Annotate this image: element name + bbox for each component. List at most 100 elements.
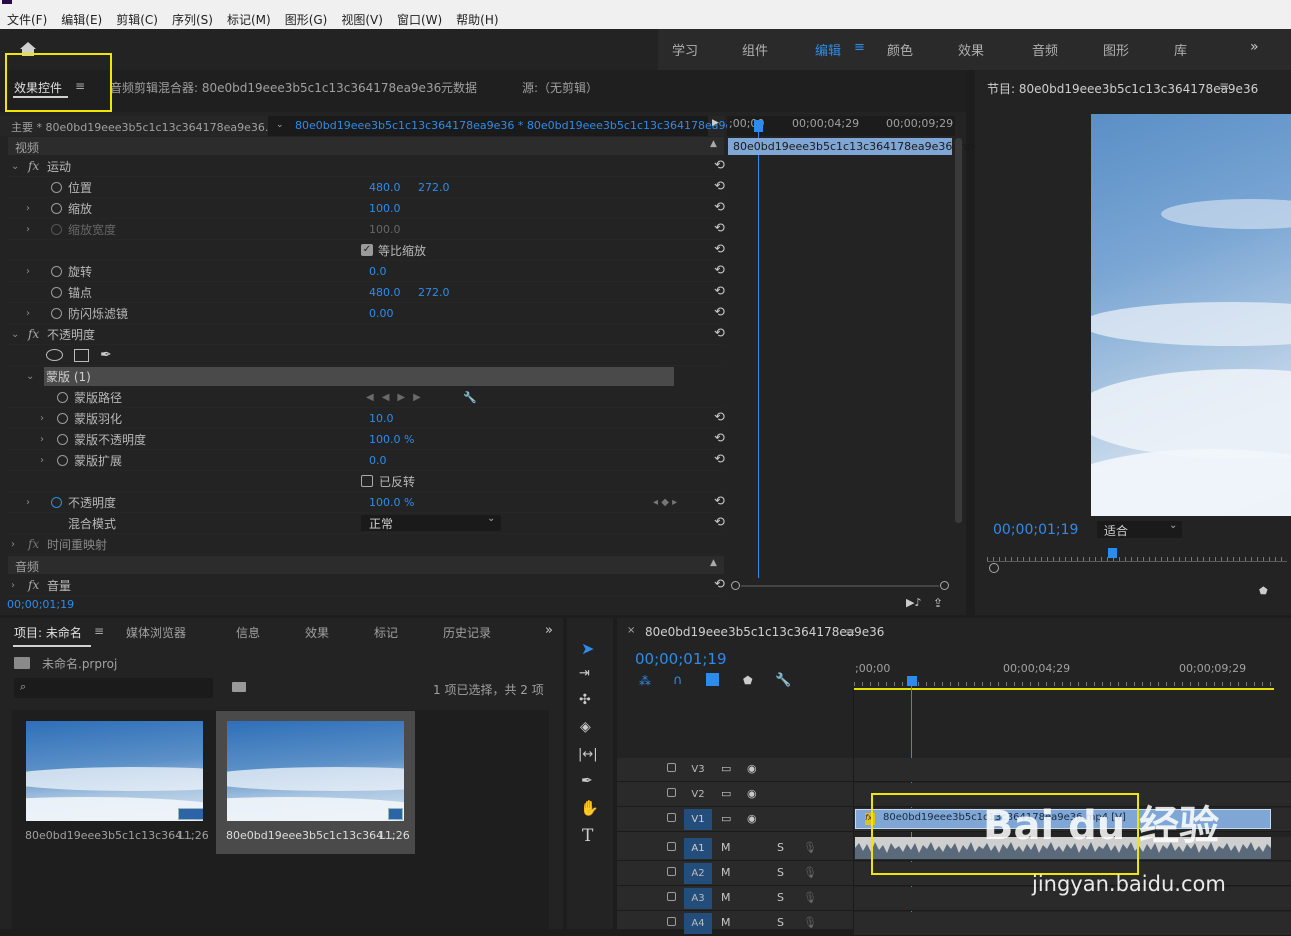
stopwatch-icon[interactable] [51,181,62,193]
opacity-row[interactable]: › 不透明度 100.0 % ◂ ◆ ▸ ⟲ [8,492,726,513]
reset-icon[interactable]: ⟲ [714,222,726,235]
snap-icon[interactable]: ∩ [673,673,683,688]
workspace-tab[interactable]: 编辑 [815,40,841,59]
program-timecode[interactable]: 00;00;01;19 [993,522,1078,538]
search-input[interactable]: ⌕ [14,678,213,698]
hand-icon[interactable]: ✋ [580,799,599,817]
nest-icon[interactable]: ⁂ [639,674,651,688]
program-title[interactable]: 节目: 80e0bd19eee3b5c1c13c364178ea9e36 [987,80,1258,97]
solo-icon[interactable]: S [777,891,784,904]
menu-item[interactable]: 图形(G) [285,11,328,28]
eye-icon[interactable]: ◉ [747,787,757,800]
inverted-checkbox[interactable] [361,475,373,487]
reset-icon[interactable]: ⟲ [714,516,726,529]
track-header[interactable]: V1 ▭ ◉ [617,808,853,832]
solo-icon[interactable]: S [777,841,784,854]
scale-row[interactable]: › 缩放 100.0 ⟲ [8,198,725,219]
timeline-timecode[interactable]: 00;00;01;19 [635,650,727,668]
sequence-clip-selector[interactable]: 80e0bd19eee3b5c1c13c364178ea9e36 * 80e0b… [295,119,757,132]
panel-menu-icon[interactable]: ≡ [845,625,855,639]
stopwatch-icon[interactable] [51,265,62,277]
project-item[interactable]: 80e0bd19eee3b5c1c13c364... 11;26 [17,711,213,851]
tab-audio-clip-mixer[interactable]: 音频剪辑混合器: 80e0bd19eee3b5c1c13c364178ea9e3… [110,79,441,96]
chevron-down-icon[interactable]: ⌄ [276,120,284,130]
anchor-row[interactable]: 锚点 480.0 272.0 ⟲ [8,282,726,303]
workspace-tab[interactable]: 图形 [1103,40,1129,59]
uniform-scale-checkbox[interactable]: ✓ [361,244,373,256]
lock-icon[interactable] [667,788,676,797]
menu-item[interactable]: 标记(M) [227,11,271,28]
reset-icon[interactable]: ⟲ [714,495,726,508]
stopwatch-icon[interactable] [51,286,62,298]
workspace-tab[interactable]: 效果 [958,40,984,59]
menu-item[interactable]: 编辑(E) [61,11,102,28]
mask-feather-row[interactable]: › 蒙版羽化 10.0 ⟲ [8,408,726,429]
menu-item[interactable]: 帮助(H) [456,11,498,28]
menu-item[interactable]: 窗口(W) [397,11,442,28]
reset-icon[interactable]: ⟲ [714,159,726,172]
mask-row[interactable]: ⌄ 蒙版 (1) [8,366,724,387]
linked-selection-icon[interactable] [706,673,719,686]
keyframe-nav[interactable]: ◂ ◆ ▸ [653,497,677,508]
workspace-tab[interactable]: 组件 [742,40,768,59]
master-clip-selector[interactable]: 主要 * 80e0bd19eee3b5c1c13c364178ea9e36.mp… [11,119,293,135]
workspace-menu-icon[interactable]: ≡ [854,40,865,55]
rectangle-mask-icon[interactable] [74,348,89,362]
reset-icon[interactable]: ⟲ [714,411,726,424]
mic-icon[interactable]: 🎙 [803,841,817,854]
ec-timecode[interactable]: 00;00;01;19 [7,598,74,611]
opacity-fx-row[interactable]: ⌄ fx 不透明度 ⟲ [8,324,725,345]
sync-lock-icon[interactable]: ▭ [721,812,731,825]
flicker-row[interactable]: › 防闪烁滤镜 0.00 ⟲ [8,303,726,324]
track-header[interactable]: A1 M S 🎙 [617,837,853,861]
eye-icon[interactable]: ◉ [747,812,757,825]
mask-path-row[interactable]: 蒙版路径 ◀◀▶▶ 🔧 [8,387,724,408]
export-icon[interactable]: ⇪ [933,596,943,610]
project-tab[interactable]: 历史记录 [443,624,491,641]
mic-icon[interactable]: 🎙 [803,891,817,904]
lock-icon[interactable] [667,917,676,926]
lock-icon[interactable] [667,892,676,901]
track-header[interactable]: V2 ▭ ◉ [617,783,853,807]
volume-row[interactable]: › fx 音量 ⟲ [8,575,726,596]
pen-mask-icon[interactable]: ✒ [100,347,112,363]
stopwatch-icon[interactable] [57,454,68,466]
work-area-bar[interactable] [854,688,1274,690]
ec-playhead[interactable] [754,120,763,132]
mute-icon[interactable]: M [721,891,731,904]
pen-icon[interactable]: ✒ [581,773,593,789]
lock-icon[interactable] [667,763,676,772]
panel-menu-icon[interactable]: ≡ [1219,79,1229,93]
ellipse-mask-icon[interactable] [46,349,63,361]
marker-icon[interactable]: ⬟ [1259,586,1268,597]
track-header[interactable]: A4 M S 🎙 [617,912,853,936]
stopwatch-icon[interactable] [57,391,68,403]
reset-icon[interactable]: ⟲ [714,306,726,319]
mask-expand-row[interactable]: › 蒙版扩展 0.0 ⟲ [8,450,725,471]
track-header[interactable]: V3 ▭ ◉ [617,758,853,782]
track-name[interactable]: A4 [684,913,712,934]
time-ruler[interactable] [854,676,1274,688]
uniform-scale-row[interactable]: ✓ 等比缩放 ⟲ [8,240,726,261]
stopwatch-icon[interactable] [57,433,68,445]
scrollbar[interactable] [955,138,962,523]
scroll-up-icon[interactable]: ▲ [710,139,717,149]
reset-icon[interactable]: ⟲ [714,243,726,256]
track-name[interactable]: V2 [684,784,712,805]
rotation-row[interactable]: › 旋转 0.0 ⟲ [8,261,725,282]
reset-icon[interactable]: ⟲ [714,285,726,298]
program-playhead[interactable] [1108,548,1117,558]
mic-icon[interactable]: 🎙 [803,916,817,929]
track-lane[interactable] [854,758,1291,782]
project-tab[interactable]: 媒体浏览器 [126,624,186,641]
scroll-up-icon[interactable]: ▲ [710,558,717,568]
ec-clip-bar[interactable]: 80e0bd19eee3b5c1c13c364178ea9e36.mp4 [728,138,981,155]
mic-icon[interactable]: 🎙 [803,866,817,879]
blend-mode-dropdown[interactable]: 正常 ⌄ [361,513,501,531]
ripple-edit-icon[interactable]: ✣ [579,692,591,708]
mask-opacity-row[interactable]: › 蒙版不透明度 100.0 % ⟲ [8,429,725,450]
program-ruler[interactable] [987,548,1287,562]
reset-icon[interactable]: ⟲ [714,578,726,591]
stopwatch-icon[interactable] [57,412,68,424]
solo-icon[interactable]: S [777,866,784,879]
